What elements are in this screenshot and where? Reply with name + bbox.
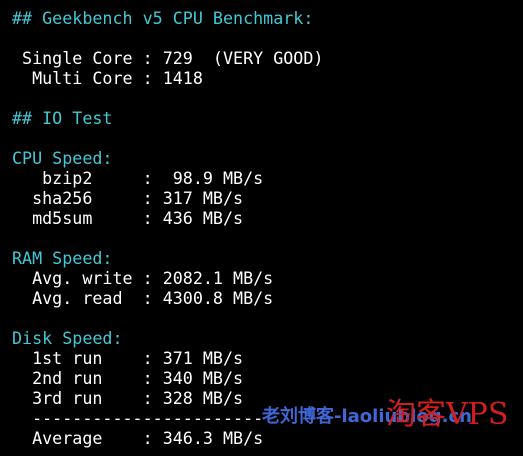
geekbench-header: ## Geekbench v5 CPU Benchmark: [12, 8, 314, 28]
bzip2-result: bzip2 : 98.9 MB/s [12, 168, 264, 188]
cpu-speed-label: CPU Speed: [12, 148, 113, 168]
sha256-result: sha256 : 317 MB/s [12, 188, 244, 208]
watermark-brand: 淘客VPS [386, 397, 509, 432]
avg-write-result: Avg. write : 2082.1 MB/s [12, 268, 274, 288]
disk-average: Average : 346.3 MB/s [12, 428, 264, 448]
disk-run-3: 3rd run : 328 MB/s [12, 388, 244, 408]
separator-line: ----------------------- [12, 408, 264, 428]
disk-run-1: 1st run : 371 MB/s [12, 348, 244, 368]
md5sum-result: md5sum : 436 MB/s [12, 208, 244, 228]
io-test-header: ## IO Test [12, 108, 113, 128]
multi-core-score: Multi Core : 1418 [12, 68, 203, 88]
avg-read-result: Avg. read : 4300.8 MB/s [12, 288, 274, 308]
ram-speed-label: RAM Speed: [12, 248, 113, 268]
disk-speed-label: Disk Speed: [12, 328, 123, 348]
single-core-score: Single Core : 729 (VERY GOOD) [12, 48, 324, 68]
terminal-window: ## Geekbench v5 CPU Benchmark: Single Co… [0, 0, 523, 456]
disk-run-2: 2nd run : 340 MB/s [12, 368, 244, 388]
